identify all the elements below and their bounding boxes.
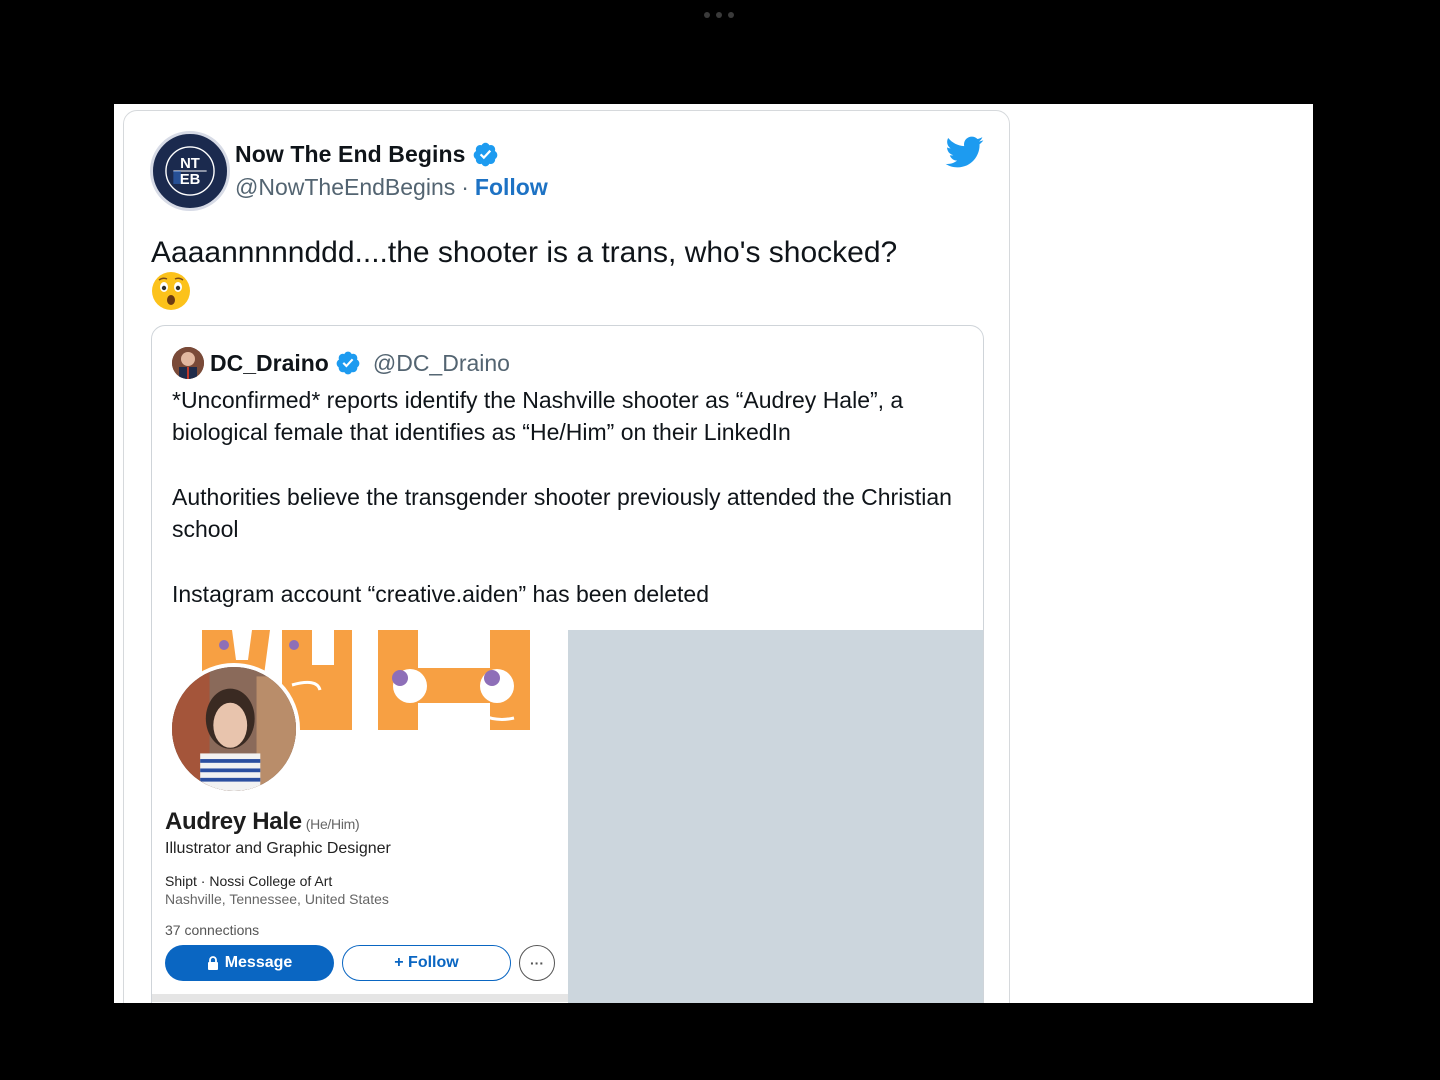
- quoted-tweet[interactable]: DC_Draino @DC_Draino *Unconfirmed* repor…: [151, 325, 984, 1003]
- verified-badge-icon: [473, 142, 497, 167]
- profile-connections: 37 connections: [165, 922, 260, 938]
- message-button[interactable]: Message: [165, 945, 334, 981]
- profile-name-text: Audrey Hale: [165, 808, 302, 835]
- lock-icon: [207, 956, 218, 970]
- handle-separator: ·: [461, 174, 469, 200]
- profile-headline: Illustrator and Graphic Designer: [165, 840, 391, 857]
- twitter-bird-icon[interactable]: [944, 135, 984, 169]
- quoted-author-handle[interactable]: @DC_Draino: [373, 350, 510, 377]
- quoted-author-avatar[interactable]: [172, 347, 204, 379]
- linkedin-screenshot[interactable]: Audrey Hale (He/Him) Illustrator and Grap…: [152, 630, 568, 1003]
- follow-link[interactable]: Follow: [475, 174, 548, 201]
- quoted-author-display-name[interactable]: DC_Draino: [210, 350, 329, 377]
- quoted-paragraph: Instagram account “creative.aiden” has b…: [172, 581, 709, 607]
- avatar-initials-top: NT: [180, 156, 200, 172]
- quoted-paragraph: *Unconfirmed* reports identify the Nashv…: [172, 387, 904, 445]
- author-display-name[interactable]: Now The End Begins: [235, 141, 466, 168]
- tweet-text: Aaaannnnnddd....the shooter is a trans, …: [151, 236, 898, 269]
- divider: [152, 994, 568, 1002]
- window-drag-handle[interactable]: [704, 12, 734, 18]
- author-handle[interactable]: @NowTheEndBegins: [235, 174, 455, 201]
- avatar-initials-bottom: EB: [180, 172, 201, 188]
- profile-company: Shipt · Nossi College of Art: [165, 873, 333, 889]
- verified-badge-icon: [336, 351, 360, 375]
- profile-location: Nashville, Tennessee, United States: [165, 891, 389, 907]
- profile-name: Audrey Hale (He/Him): [165, 808, 360, 836]
- message-button-label: Message: [224, 954, 293, 971]
- more-actions-button[interactable]: ···: [519, 945, 555, 981]
- profile-photo: [168, 663, 300, 795]
- linkedin-follow-button[interactable]: + Follow: [342, 945, 511, 981]
- tweet-card: NT EB Now The End Begins @NowTheEndBegin…: [123, 110, 1010, 1003]
- astonished-face-icon: [152, 272, 190, 310]
- screenshot-area: NT EB Now The End Begins @NowTheEndBegin…: [114, 104, 1313, 1003]
- author-avatar[interactable]: NT EB: [150, 131, 230, 211]
- quoted-paragraph: Authorities believe the transgender shoo…: [172, 484, 952, 542]
- profile-pronouns: (He/Him): [305, 816, 360, 832]
- media-placeholder[interactable]: [568, 630, 983, 1003]
